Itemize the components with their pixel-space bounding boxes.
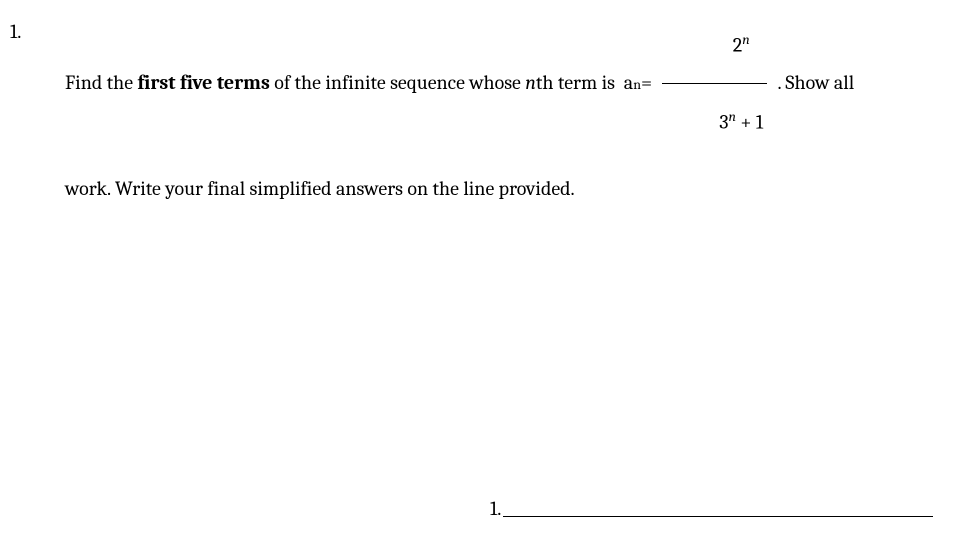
problem-line-2: work. Write your final simplified answer… <box>65 166 941 212</box>
answer-area: 1. <box>490 497 933 520</box>
num-exp: n <box>742 31 749 48</box>
num-base: 2 <box>733 34 742 57</box>
problem-row: 1. Find the first five terms of the infi… <box>10 8 941 212</box>
problem-text: Find the first five terms of the infinit… <box>65 8 941 212</box>
den-rest: + 1 <box>736 110 763 133</box>
text-segment: . Show all <box>773 60 854 106</box>
problem-number: 1. <box>10 8 65 43</box>
subscript-n: n <box>633 69 641 101</box>
text-segment: of the infinite sequence whose <box>270 60 525 106</box>
fraction: 2n 3n + 1 <box>662 8 767 158</box>
fraction-denominator: 3n + 1 <box>662 83 767 159</box>
text-segment: th term is a <box>536 60 633 106</box>
den-exp: n <box>729 108 736 125</box>
problem-line-1: Find the first five terms of the infinit… <box>65 8 941 158</box>
nth-n: n <box>525 60 536 106</box>
den-base: 3 <box>719 110 728 133</box>
answer-blank-line[interactable] <box>503 515 933 517</box>
fraction-numerator: 2n <box>676 8 754 83</box>
problem-container: 1. Find the first five terms of the infi… <box>10 8 941 212</box>
equals-sign: = <box>641 60 656 106</box>
bold-phrase: first five terms <box>137 60 269 106</box>
text-segment: Find the <box>65 60 137 106</box>
answer-label: 1. <box>490 497 501 520</box>
